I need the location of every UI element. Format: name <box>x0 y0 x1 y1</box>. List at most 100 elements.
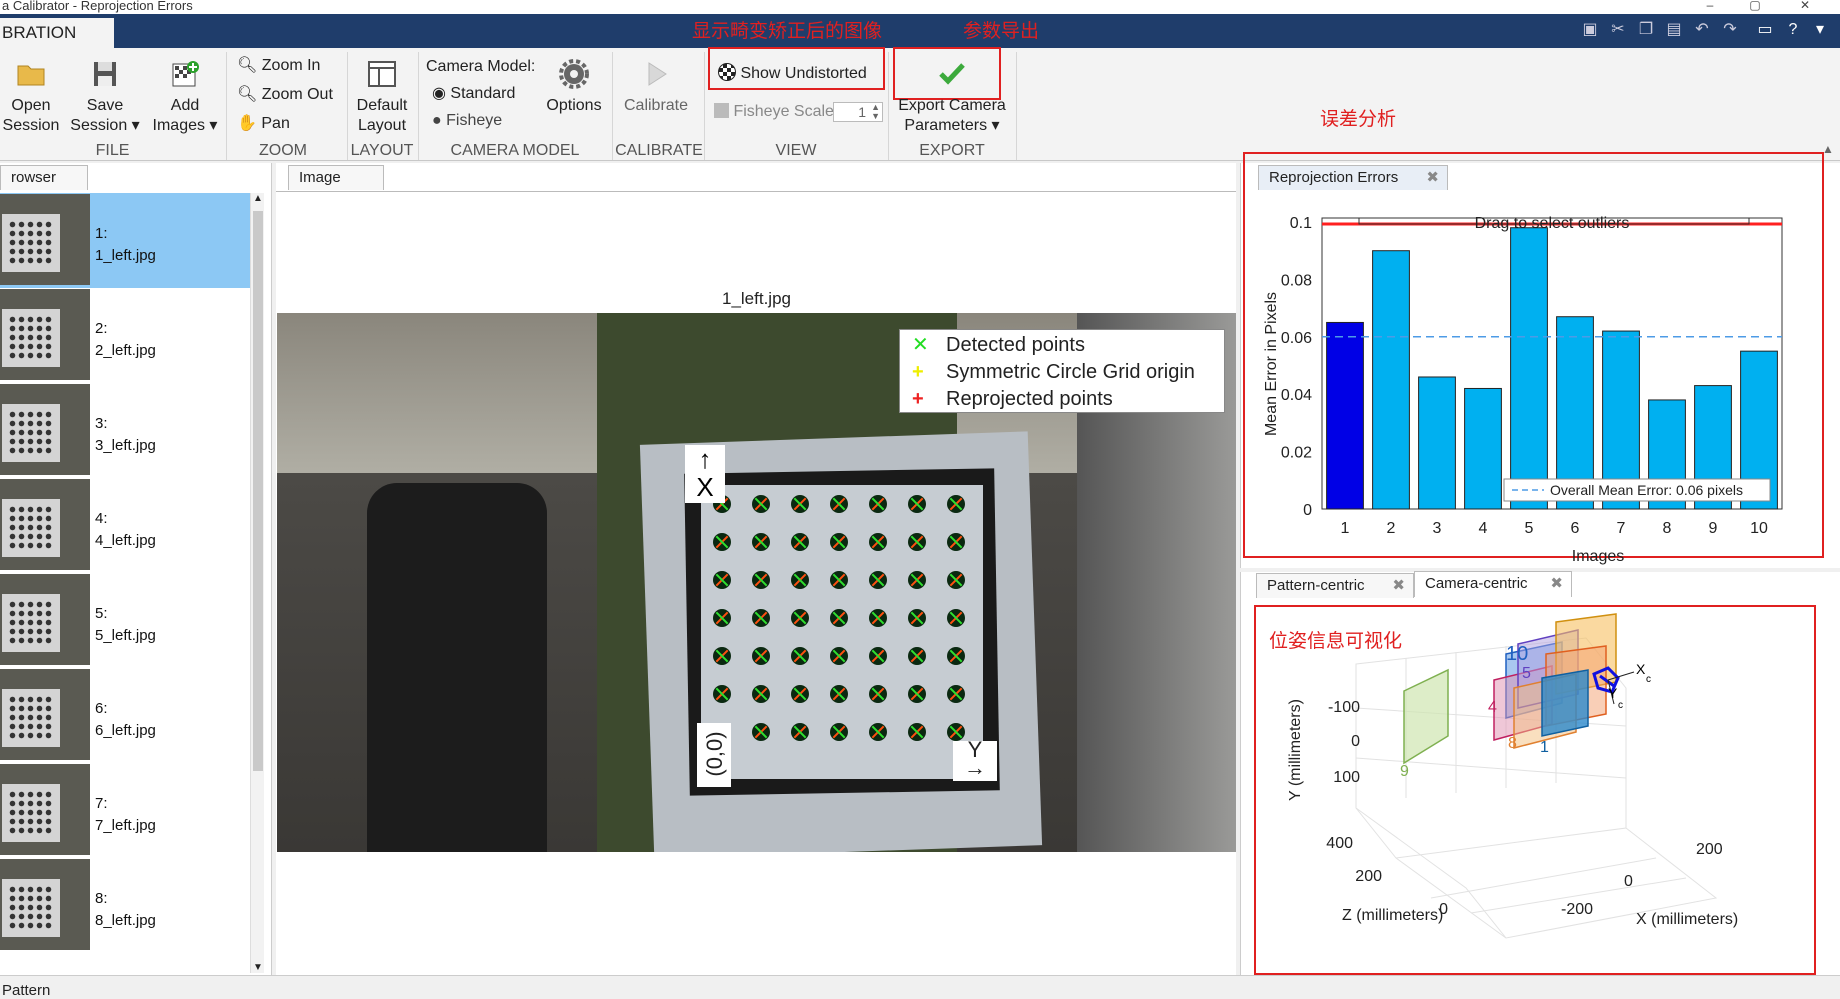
z-tick: 200 <box>1355 868 1382 885</box>
session-label: Session <box>70 117 128 134</box>
scroll-down-icon[interactable]: ▼ <box>251 962 265 973</box>
close-window-button[interactable]: ✕ <box>1795 0 1815 12</box>
radio-empty-icon: ● <box>432 112 447 129</box>
grid-circle <box>752 685 770 703</box>
list-item[interactable]: 8: 8_left.jpg <box>0 858 250 953</box>
save-quick-icon[interactable]: ▣ <box>1580 20 1600 40</box>
x-tick-label: 10 <box>1750 520 1768 537</box>
list-item[interactable]: 3: 3_left.jpg <box>0 383 250 478</box>
tab-data-browser[interactable]: rowser <box>0 165 88 190</box>
grid-circle <box>869 533 887 551</box>
close-tab-icon[interactable]: ✖ <box>1550 572 1563 596</box>
office-chair <box>367 483 547 852</box>
error-bar[interactable] <box>1464 387 1502 510</box>
calibration-image[interactable]: ↑ X (0,0) Y → ✕ Detected points + Symmetric … <box>277 313 1236 852</box>
help-quick-icon[interactable]: ? <box>1783 20 1803 40</box>
image-list: 1: 1_left.jpg 2: 2_left.jpg 3: 3_left.jpg 4: 4_… <box>0 193 250 973</box>
camera-y-label: Y <box>1608 685 1618 701</box>
calibrate-button[interactable]: Calibrate <box>616 58 696 116</box>
list-item-label: 6: 6_left.jpg <box>95 698 156 742</box>
open-session-button[interactable]: Open Session <box>0 58 62 136</box>
export-annotation: 参数导出 <box>963 20 1040 42</box>
tab-reprojection-errors[interactable]: Reprojection Errors ✖ <box>1258 165 1448 190</box>
zoom-in-label: Zoom In <box>261 57 321 74</box>
add-images-button[interactable]: Add Images ▾ <box>150 58 220 136</box>
zoom-in-button[interactable]: 🔍︎ Zoom In <box>237 56 320 76</box>
tab-camera-centric[interactable]: Camera-centric ✖ <box>1414 571 1572 597</box>
list-item-label: 2: 2_left.jpg <box>95 318 156 362</box>
list-item[interactable]: 6: 6_left.jpg <box>0 668 250 763</box>
error-bar[interactable] <box>1418 376 1456 510</box>
show-undistorted-button[interactable]: Show Undistorted <box>718 63 867 84</box>
image-list-scrollbar[interactable]: ▲ ▼ <box>250 193 264 973</box>
tab-pattern-centric[interactable]: Pattern-centric ✖ <box>1256 573 1414 598</box>
y-tick: 0 <box>1351 733 1360 750</box>
list-item[interactable]: 2: 2_left.jpg <box>0 288 250 383</box>
export-camera-label: Export Camera <box>898 97 1006 114</box>
zoom-out-button[interactable]: 🔍︎ Zoom Out <box>237 85 333 105</box>
cut-quick-icon[interactable]: ✂ <box>1608 20 1628 40</box>
tab-label: Pattern-centric <box>1267 577 1365 594</box>
fisheye-scale-icon <box>714 103 729 118</box>
reprojection-chart[interactable]: Drag to select outliers 0 0.02 0.04 0.06 0.0… <box>1244 192 1824 566</box>
z-tick: 400 <box>1326 835 1353 852</box>
expand-quick-icon[interactable]: ▾ <box>1810 20 1830 40</box>
layout-quick-icon[interactable]: ▭ <box>1755 20 1775 40</box>
error-bar[interactable] <box>1326 321 1364 510</box>
fisheye-scale-spinner[interactable]: 1 ▲ ▼ <box>833 102 883 122</box>
list-item[interactable]: 5: 5_left.jpg <box>0 573 250 668</box>
camera-centric-plot[interactable]: -100 0 100 Y (millimeters) 400 200 0 Z (… <box>1256 608 1814 972</box>
list-item[interactable]: 7: 7_left.jpg <box>0 763 250 858</box>
scroll-up-icon[interactable]: ▲ <box>251 193 265 204</box>
tab-image[interactable]: Image <box>288 165 384 190</box>
save-session-button[interactable]: Save Session ▾ <box>70 58 140 136</box>
default-layout-button[interactable]: Default Layout <box>350 58 414 136</box>
plane <box>1403 668 1449 765</box>
fisheye-label: Fisheye <box>446 112 503 129</box>
item-filename: 7_left.jpg <box>95 817 156 834</box>
error-bar[interactable] <box>1372 250 1410 510</box>
error-bar[interactable] <box>1510 227 1548 510</box>
grid-circle <box>713 571 731 589</box>
export-section-label: EXPORT <box>919 142 985 159</box>
list-item[interactable]: 4: 4_left.jpg <box>0 478 250 573</box>
up-arrow-icon: ↑ <box>698 444 712 474</box>
layout-section-label: LAYOUT <box>350 142 414 159</box>
x-tick-label: 5 <box>1525 520 1534 537</box>
fisheye-scale-control[interactable]: Fisheye Scale <box>714 102 834 122</box>
redo-quick-icon[interactable]: ↷ <box>1720 20 1740 40</box>
tab-label: Reprojection Errors <box>1269 169 1399 186</box>
legend-label: Reprojected points <box>946 388 1113 410</box>
close-tab-icon[interactable]: ✖ <box>1392 574 1405 598</box>
layout-label: Layout <box>357 117 407 134</box>
scroll-thumb[interactable] <box>253 211 263 771</box>
x-axis-title: Images <box>1572 548 1624 565</box>
pan-button[interactable]: ✋ Pan <box>237 114 290 134</box>
item-filename: 6_left.jpg <box>95 722 156 739</box>
undo-quick-icon[interactable]: ↶ <box>1692 20 1712 40</box>
y-tick-label: 0.06 <box>1281 330 1312 347</box>
image-title: 1_left.jpg <box>722 289 791 308</box>
x-axis-title: X (millimeters) <box>1636 911 1738 928</box>
yellow-plus-icon: + <box>912 361 924 383</box>
maximize-button[interactable]: ▢ <box>1745 0 1765 12</box>
minimize-button[interactable]: – <box>1700 0 1720 12</box>
close-tab-icon[interactable]: ✖ <box>1426 166 1439 190</box>
list-item[interactable]: 1: 1_left.jpg <box>0 193 250 288</box>
tab-calibration[interactable]: BRATION <box>0 18 114 48</box>
fisheye-radio[interactable]: ● Fisheye <box>432 111 502 131</box>
y-tick-label: 0 <box>1303 502 1312 519</box>
zoom-out-icon: 🔍︎ <box>237 86 262 103</box>
grid-circle <box>830 723 848 741</box>
standard-radio[interactable]: ◉ Standard <box>432 84 515 104</box>
plane-label: 5 <box>1522 665 1531 682</box>
separator <box>1016 52 1017 160</box>
paste-quick-icon[interactable]: ▤ <box>1664 20 1684 40</box>
options-button[interactable]: Options <box>540 58 608 116</box>
copy-quick-icon[interactable]: ❐ <box>1636 20 1656 40</box>
grid-circle <box>947 495 965 513</box>
right-arrow-icon: → <box>964 755 986 780</box>
grid-circle <box>752 723 770 741</box>
origin-label: (0,0) <box>702 731 727 777</box>
export-camera-parameters-button[interactable]: Export Camera Parameters ▾ <box>892 58 1012 136</box>
